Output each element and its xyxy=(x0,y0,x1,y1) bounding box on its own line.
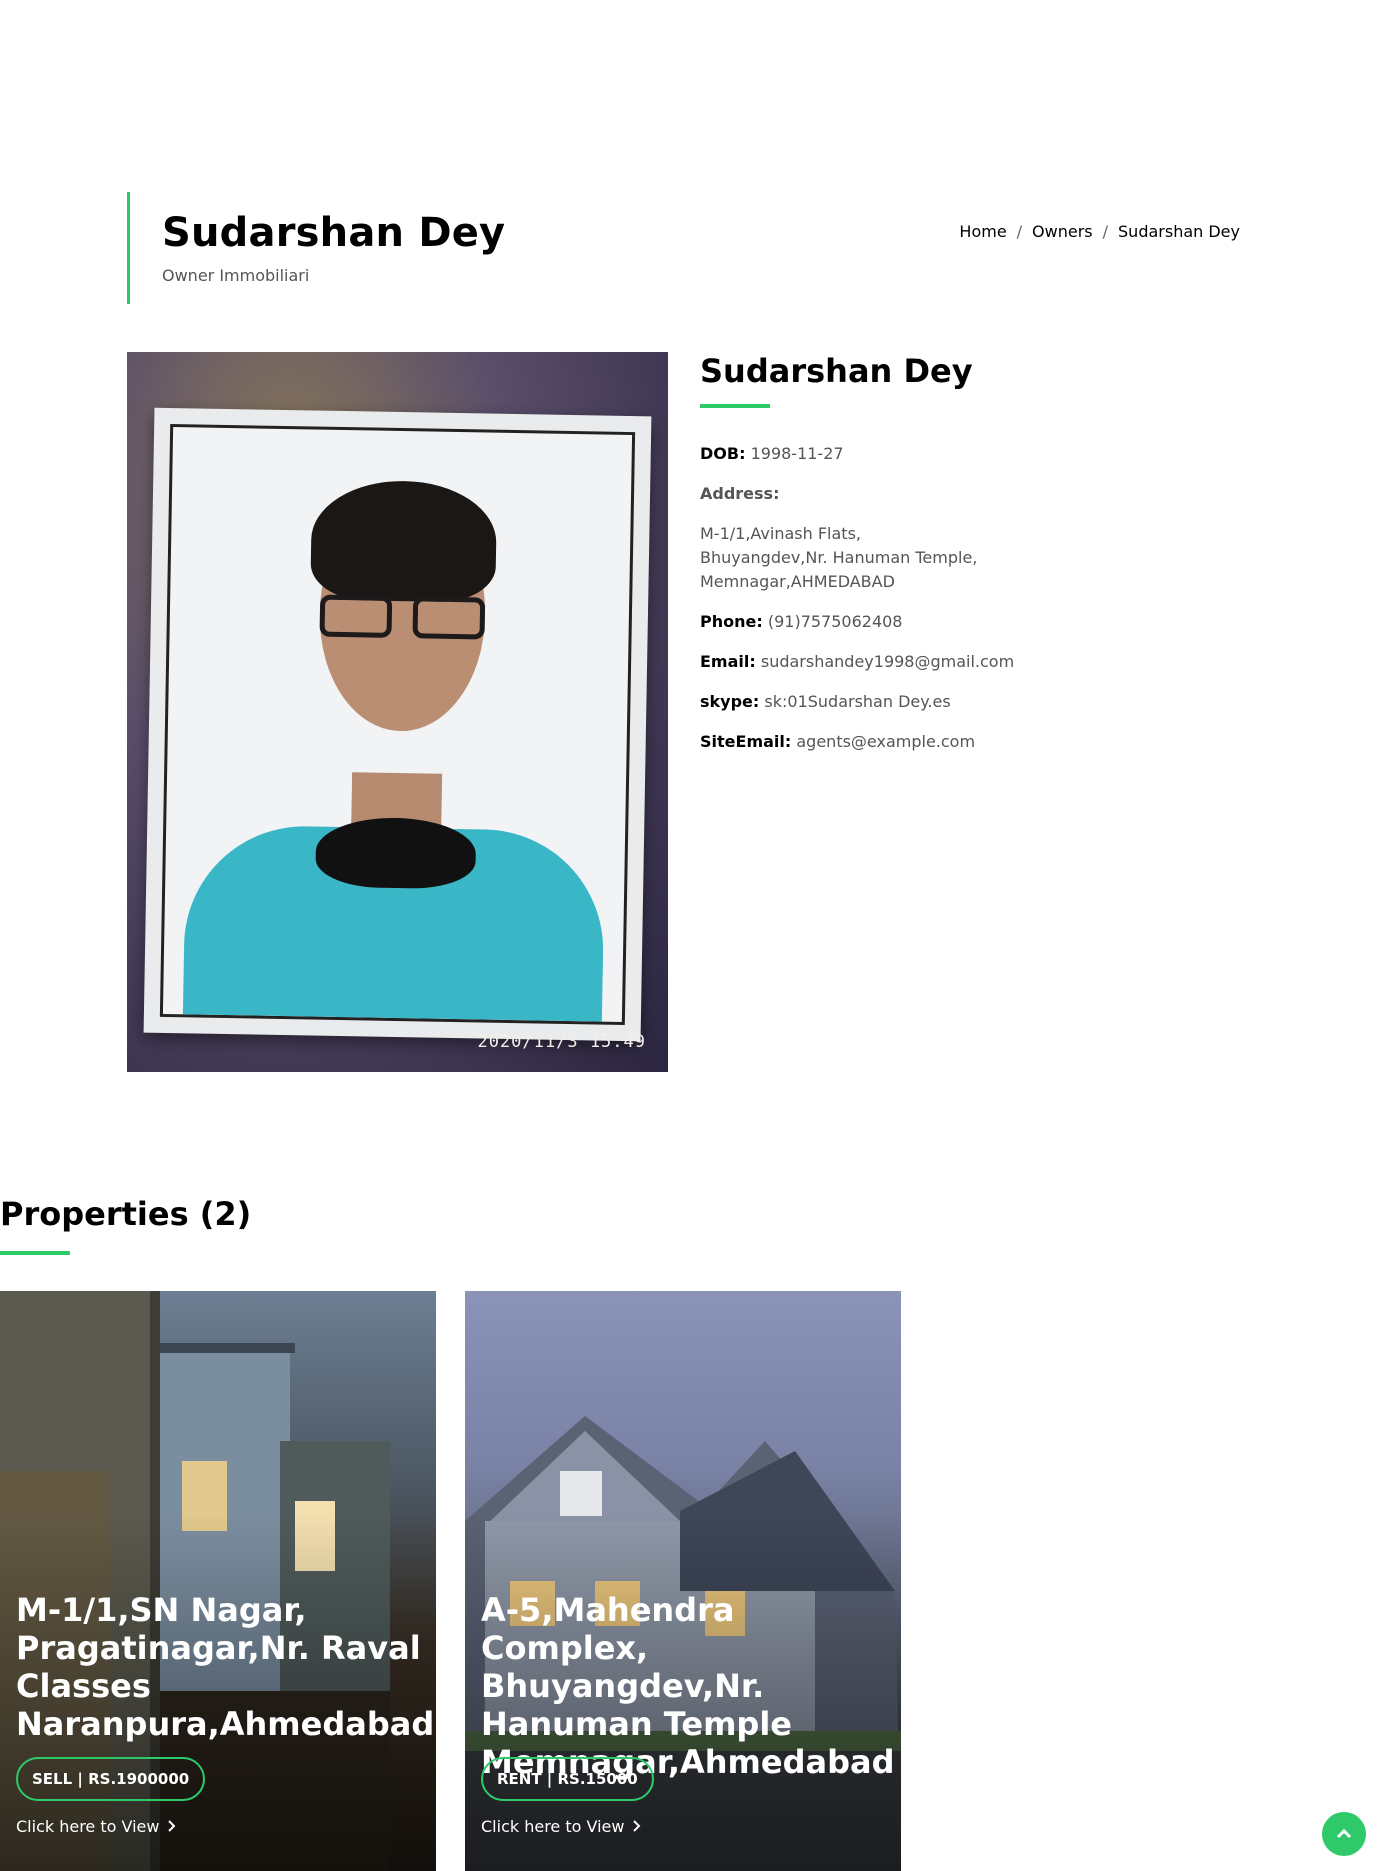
properties-heading: Properties (2) xyxy=(0,1195,252,1233)
breadcrumb: Home / Owners / Sudarshan Dey xyxy=(959,222,1240,241)
property-card[interactable]: M-1/1,SN Nagar, Pragatinagar,Nr. Raval C… xyxy=(0,1291,436,1871)
chevron-up-icon xyxy=(1336,1825,1352,1844)
dob-row: DOB: 1998-11-27 xyxy=(700,442,1240,466)
title-accent-bar xyxy=(127,192,130,304)
property-card[interactable]: A-5,Mahendra Complex, Bhuyangdev,Nr. Han… xyxy=(465,1291,901,1871)
siteemail-row: SiteEmail: agents@example.com xyxy=(700,730,1240,754)
property-title[interactable]: A-5,Mahendra Complex, Bhuyangdev,Nr. Han… xyxy=(481,1591,895,1781)
phone-value[interactable]: (91)7575062408 xyxy=(768,612,903,631)
skype-label: skype: xyxy=(700,692,760,711)
owner-details: DOB: 1998-11-27 Address: M-1/1,Avinash F… xyxy=(700,442,1240,754)
dob-label: DOB: xyxy=(700,444,746,463)
page-header: Sudarshan Dey Owner Immobiliari Home / O… xyxy=(127,192,1240,304)
scroll-to-top-button[interactable] xyxy=(1322,1812,1366,1856)
property-price-badge: SELL | RS.1900000 xyxy=(16,1757,206,1801)
photo-timestamp: 2020/11/3 15:49 xyxy=(477,1032,646,1052)
name-underline xyxy=(700,404,770,408)
phone-label: Phone: xyxy=(700,612,763,631)
breadcrumb-separator: / xyxy=(1102,222,1109,241)
siteemail-label: SiteEmail: xyxy=(700,732,792,751)
photo-print xyxy=(143,407,652,1042)
page-subtitle: Owner Immobiliari xyxy=(162,266,310,285)
property-view-link[interactable]: Click here to View xyxy=(16,1817,177,1836)
address-label: Address: xyxy=(700,484,780,503)
page-title: Sudarshan Dey xyxy=(162,210,506,256)
view-link-label: Click here to View xyxy=(481,1817,625,1836)
dob-value: 1998-11-27 xyxy=(750,444,844,463)
phone-row: Phone: (91)7575062408 xyxy=(700,610,1240,634)
owner-photo: 2020/11/3 15:49 xyxy=(127,352,668,1072)
property-price-badge: RENT | RS.15000 xyxy=(481,1757,654,1801)
view-link-label: Click here to View xyxy=(16,1817,160,1836)
breadcrumb-current: Sudarshan Dey xyxy=(1118,222,1240,241)
photo-glasses xyxy=(319,594,486,642)
owner-info: Sudarshan Dey DOB: 1998-11-27 Address: M… xyxy=(700,352,1240,770)
chevron-right-icon xyxy=(167,1817,177,1836)
breadcrumb-owners-link[interactable]: Owners xyxy=(1032,222,1093,241)
address-value: M-1/1,Avinash Flats, Bhuyangdev,Nr. Hanu… xyxy=(700,524,978,591)
breadcrumb-separator: / xyxy=(1016,222,1023,241)
siteemail-value[interactable]: agents@example.com xyxy=(796,732,975,751)
skype-row: skype: sk:01Sudarshan Dey.es xyxy=(700,690,1240,714)
chevron-right-icon xyxy=(632,1817,642,1836)
properties-underline xyxy=(0,1251,70,1255)
email-label: Email: xyxy=(700,652,756,671)
property-view-link[interactable]: Click here to View xyxy=(481,1817,642,1836)
breadcrumb-home-link[interactable]: Home xyxy=(959,222,1006,241)
skype-value[interactable]: sk:01Sudarshan Dey.es xyxy=(764,692,950,711)
email-row: Email: sudarshandey1998@gmail.com xyxy=(700,650,1240,674)
email-value[interactable]: sudarshandey1998@gmail.com xyxy=(761,652,1014,671)
property-title[interactable]: M-1/1,SN Nagar, Pragatinagar,Nr. Raval C… xyxy=(16,1591,434,1743)
owner-name: Sudarshan Dey xyxy=(700,352,973,390)
